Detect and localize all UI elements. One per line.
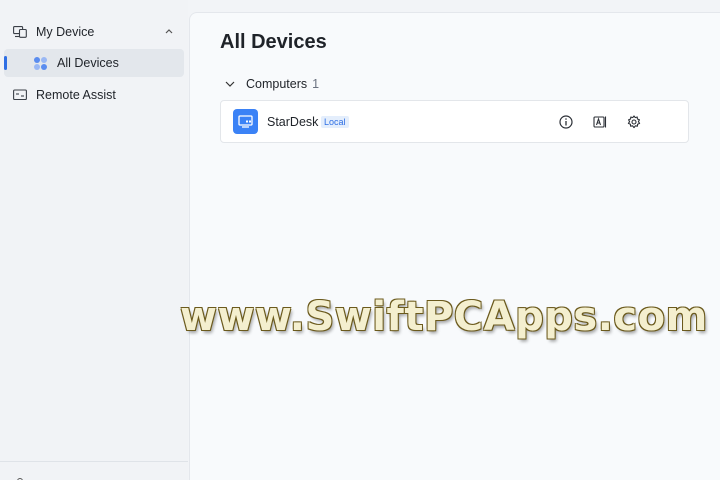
- grid-dots-icon: [32, 55, 48, 71]
- remote-assist-icon: [12, 87, 28, 103]
- group-count: 1: [312, 77, 320, 91]
- rename-icon[interactable]: [592, 114, 608, 130]
- sidebar-divider: [0, 461, 188, 462]
- device-card[interactable]: StarDesk Local: [220, 100, 689, 143]
- device-name: StarDesk: [267, 115, 319, 129]
- info-icon[interactable]: [558, 114, 574, 130]
- settings-icon[interactable]: [626, 114, 642, 130]
- sidebar-item-label: Remote Assist: [36, 88, 116, 102]
- app-window: My Device All Devices Remote Assist All …: [0, 0, 720, 480]
- computer-icon: [233, 109, 258, 134]
- page-title: All Devices: [220, 31, 327, 53]
- user-icon[interactable]: [14, 472, 26, 480]
- devices-icon: [12, 24, 28, 40]
- sidebar-item-all-devices[interactable]: All Devices: [4, 49, 184, 77]
- selection-indicator: [4, 56, 7, 70]
- group-label: Computers: [246, 77, 308, 91]
- group-header-computers[interactable]: Computers 1: [224, 77, 319, 91]
- sidebar-item-label: My Device: [36, 25, 95, 39]
- main-panel: All Devices Computers 1 StarDesk Local: [189, 12, 720, 480]
- sidebar: My Device All Devices Remote Assist: [0, 0, 188, 480]
- chevron-down-icon[interactable]: [224, 78, 236, 90]
- watermark-text: www.SwiftPCApps.com: [180, 294, 708, 340]
- sidebar-item-remote-assist[interactable]: Remote Assist: [4, 81, 184, 109]
- sidebar-item-my-device[interactable]: My Device: [4, 18, 184, 46]
- local-badge: Local: [321, 116, 349, 128]
- chevron-up-icon[interactable]: [164, 25, 174, 39]
- sidebar-item-label: All Devices: [57, 56, 119, 70]
